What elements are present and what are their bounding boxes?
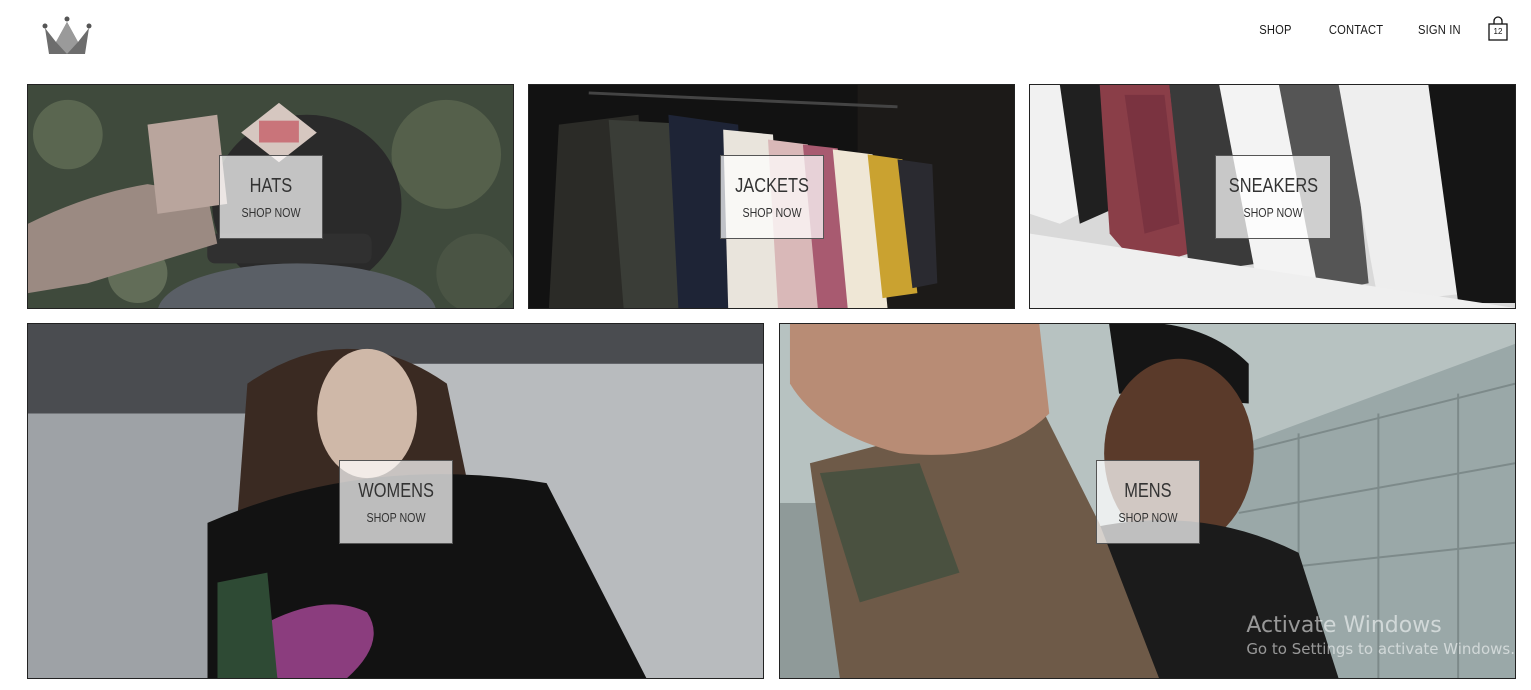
main-nav: SHOP CONTACT SIGN IN 12 — [1226, 14, 1509, 44]
watermark-subtitle: Go to Settings to activate Windows. — [1246, 640, 1515, 658]
shop-now-link[interactable]: SHOP NOW — [366, 510, 425, 525]
category-tile-womens[interactable]: WOMENS SHOP NOW — [27, 323, 764, 679]
site-header: SHOP CONTACT SIGN IN 12 — [0, 0, 1531, 72]
mens-label-box: MENS SHOP NOW — [1096, 460, 1200, 544]
nav-contact-link[interactable]: CONTACT — [1329, 22, 1383, 37]
womens-label-box: WOMENS SHOP NOW — [339, 460, 453, 544]
category-tile-jackets[interactable]: JACKETS SHOP NOW — [528, 84, 1015, 309]
hats-label-box: HATS SHOP NOW — [219, 155, 323, 239]
nav-shop-link[interactable]: SHOP — [1260, 22, 1292, 37]
category-title: JACKETS — [735, 174, 809, 197]
category-title: HATS — [249, 174, 293, 197]
activate-windows-watermark: Activate Windows Go to Settings to activ… — [1246, 613, 1515, 658]
watermark-title: Activate Windows — [1246, 613, 1442, 638]
shop-now-link[interactable]: SHOP NOW — [1118, 510, 1177, 525]
category-title: SNEAKERS — [1228, 174, 1318, 197]
cart-button[interactable]: 12 — [1487, 16, 1509, 42]
category-tile-sneakers[interactable]: SNEAKERS SHOP NOW — [1029, 84, 1516, 309]
jackets-label-box: JACKETS SHOP NOW — [720, 155, 824, 239]
nav-sign-in-link[interactable]: SIGN IN — [1418, 22, 1461, 37]
shop-now-link[interactable]: SHOP NOW — [742, 205, 801, 220]
shop-now-link[interactable]: SHOP NOW — [1243, 205, 1302, 220]
category-tile-hats[interactable]: HATS SHOP NOW — [27, 84, 514, 309]
sneakers-label-box: SNEAKERS SHOP NOW — [1215, 155, 1331, 239]
category-title: WOMENS — [358, 479, 434, 502]
category-title: MENS — [1124, 479, 1172, 502]
crown-icon[interactable] — [40, 14, 94, 58]
shop-now-link[interactable]: SHOP NOW — [241, 205, 300, 220]
cart-item-count: 12 — [1493, 27, 1503, 36]
